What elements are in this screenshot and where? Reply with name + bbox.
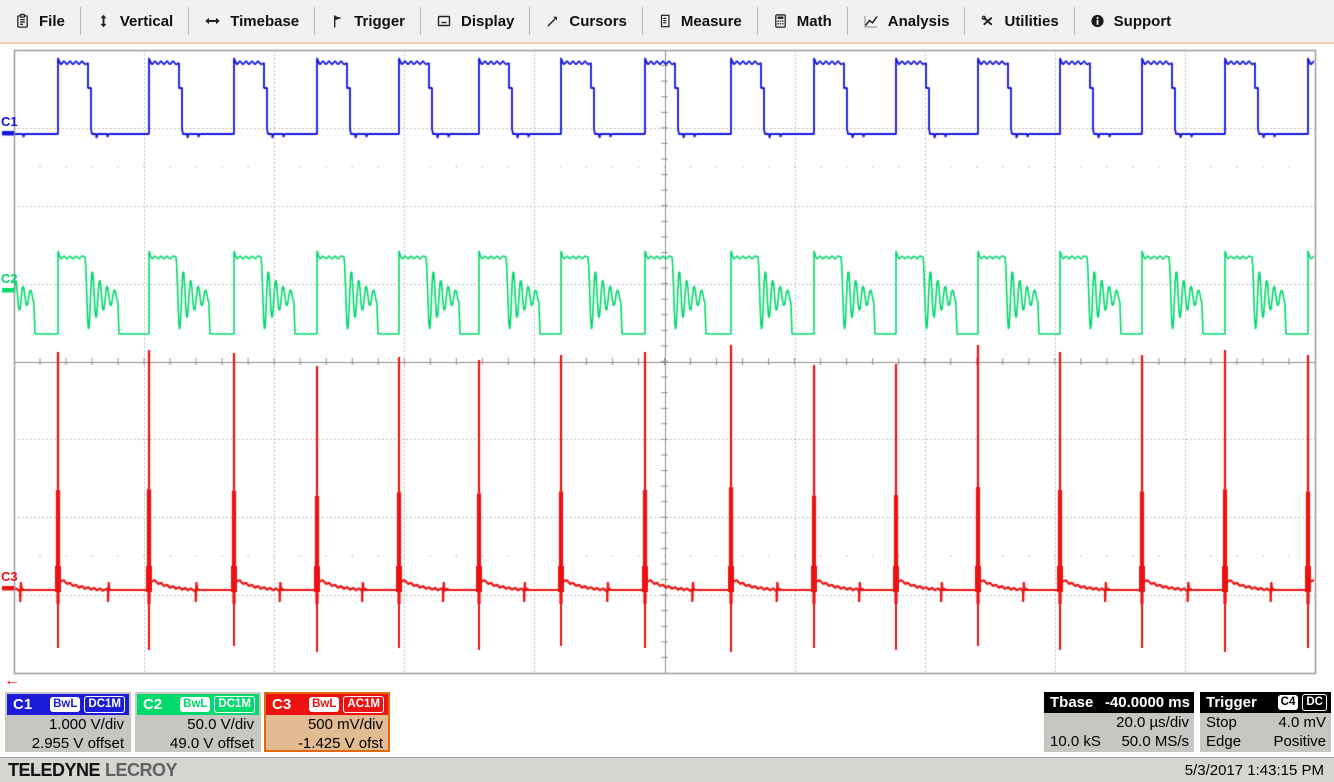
channel-descriptor-c3[interactable]: C3 BwL AC1M 500 mV/div -1.425 V ofst	[264, 692, 390, 752]
trigger-coupling-badge: DC	[1302, 694, 1327, 711]
menu-item-label: Vertical	[120, 13, 173, 30]
flag-icon	[330, 13, 345, 29]
descriptor-row: C1 BwL DC1M 1.000 V/div 2.955 V offset C…	[0, 690, 1334, 757]
waveform-canvas	[0, 44, 1334, 690]
channel-offset: 49.0 V offset	[137, 734, 259, 753]
channel-offset: 2.955 V offset	[7, 734, 129, 753]
menu-item-label: Analysis	[888, 13, 950, 30]
trigger-header: Trigger C4 DC	[1200, 692, 1331, 713]
line-chart-icon	[863, 13, 879, 29]
menu-item-label: Trigger	[354, 13, 405, 30]
channel-id: C1	[13, 696, 46, 713]
channel-descriptor-c1[interactable]: C1 BwL DC1M 1.000 V/div 2.955 V offset	[5, 692, 131, 752]
crossed-tools-icon	[980, 13, 995, 29]
trigger-body: Stop 4.0 mV Edge Positive	[1200, 713, 1331, 752]
brand-logo: TELEDYNELECROY	[8, 760, 177, 781]
menu-item-label: Measure	[681, 13, 742, 30]
menu-item-analysis[interactable]: Analysis	[847, 7, 965, 35]
timebase-per-div: 20.0 µs/div	[1116, 714, 1189, 732]
menu-item-label: Cursors	[569, 13, 627, 30]
menu-item-trigger[interactable]: Trigger	[314, 7, 420, 35]
calculator-icon	[773, 13, 788, 29]
channel-id: C2	[143, 696, 176, 713]
menu-item-label: Display	[461, 13, 514, 30]
horizontal-arrows-icon	[204, 13, 221, 29]
timebase-samples: 10.0 kS	[1050, 733, 1101, 751]
menu-item-cursors[interactable]: Cursors	[529, 7, 642, 35]
menu-item-vertical[interactable]: Vertical	[80, 7, 188, 35]
channel-header: C3 BwL AC1M	[266, 694, 388, 715]
trigger-label: Trigger	[1206, 694, 1257, 711]
trigger-slope: Positive	[1273, 733, 1326, 751]
menu-item-file[interactable]: File	[0, 7, 80, 35]
bandwidth-limit-badge: BwL	[309, 697, 339, 712]
menu-item-utilities[interactable]: Utilities	[964, 7, 1073, 35]
brand-primary: TELEDYNE	[8, 760, 100, 780]
timebase-header: Tbase -40.0000 ms	[1044, 692, 1194, 713]
bandwidth-limit-badge: BwL	[180, 697, 210, 712]
coupling-badge: DC1M	[84, 696, 125, 713]
timebase-value: -40.0000 ms	[1105, 694, 1190, 711]
menu-item-label: Support	[1114, 13, 1172, 30]
coupling-badge: AC1M	[343, 696, 384, 713]
trigger-descriptor[interactable]: Trigger C4 DC Stop 4.0 mV Edge Positive	[1200, 692, 1331, 752]
info-circle-icon	[1090, 13, 1105, 29]
channel-header: C1 BwL DC1M	[7, 694, 129, 715]
pointer-arrow-icon	[545, 13, 560, 29]
menu-item-label: File	[39, 13, 65, 30]
trigger-mode: Stop	[1206, 714, 1237, 732]
menu-item-support[interactable]: Support	[1074, 7, 1187, 35]
bandwidth-limit-badge: BwL	[50, 697, 80, 712]
monitor-icon	[436, 13, 452, 29]
channel-label-c1: C1	[1, 115, 18, 129]
channel-scale: 50.0 V/div	[137, 715, 259, 734]
timebase-label: Tbase	[1050, 694, 1093, 711]
channel-header: C2 BwL DC1M	[137, 694, 259, 715]
channel-label-c2: C2	[1, 272, 18, 286]
trigger-type: Edge	[1206, 733, 1241, 751]
waveform-display: C1 C2 C3 ←	[0, 44, 1334, 690]
coupling-badge: DC1M	[214, 696, 255, 713]
menu-item-label: Math	[797, 13, 832, 30]
timebase-rate: 50.0 MS/s	[1121, 733, 1189, 751]
channel-descriptor-c2[interactable]: C2 BwL DC1M 50.0 V/div 49.0 V offset	[135, 692, 261, 752]
status-bar: TELEDYNELECROY 5/3/2017 1:43:15 PM	[0, 757, 1334, 782]
channel-id: C3	[272, 696, 305, 713]
clipboard-icon	[15, 13, 30, 29]
menu-item-measure[interactable]: Measure	[642, 7, 757, 35]
channel-label-c3: C3	[1, 570, 18, 584]
menu-item-label: Utilities	[1004, 13, 1058, 30]
timebase-descriptor[interactable]: Tbase -40.0000 ms 20.0 µs/div 10.0 kS 50…	[1044, 692, 1194, 752]
page-icon	[658, 13, 672, 29]
channel-scale: 500 mV/div	[266, 715, 388, 734]
menu-bar: File Vertical Timebase Trigger	[0, 0, 1334, 44]
menu-item-timebase[interactable]: Timebase	[188, 7, 314, 35]
channel-offset: -1.425 V ofst	[266, 734, 388, 753]
trigger-source-badge: C4	[1278, 695, 1299, 710]
menu-item-math[interactable]: Math	[757, 7, 847, 35]
menu-item-display[interactable]: Display	[420, 7, 529, 35]
trigger-level: 4.0 mV	[1278, 714, 1326, 732]
timebase-body: 20.0 µs/div 10.0 kS 50.0 MS/s	[1044, 713, 1194, 752]
channel-scale: 1.000 V/div	[7, 715, 129, 734]
trigger-position-arrow-icon: ←	[4, 672, 20, 690]
brand-secondary: LECROY	[105, 760, 177, 780]
vertical-arrows-icon	[96, 13, 111, 29]
menu-item-label: Timebase	[230, 13, 299, 30]
datetime: 5/3/2017 1:43:15 PM	[1185, 762, 1326, 779]
